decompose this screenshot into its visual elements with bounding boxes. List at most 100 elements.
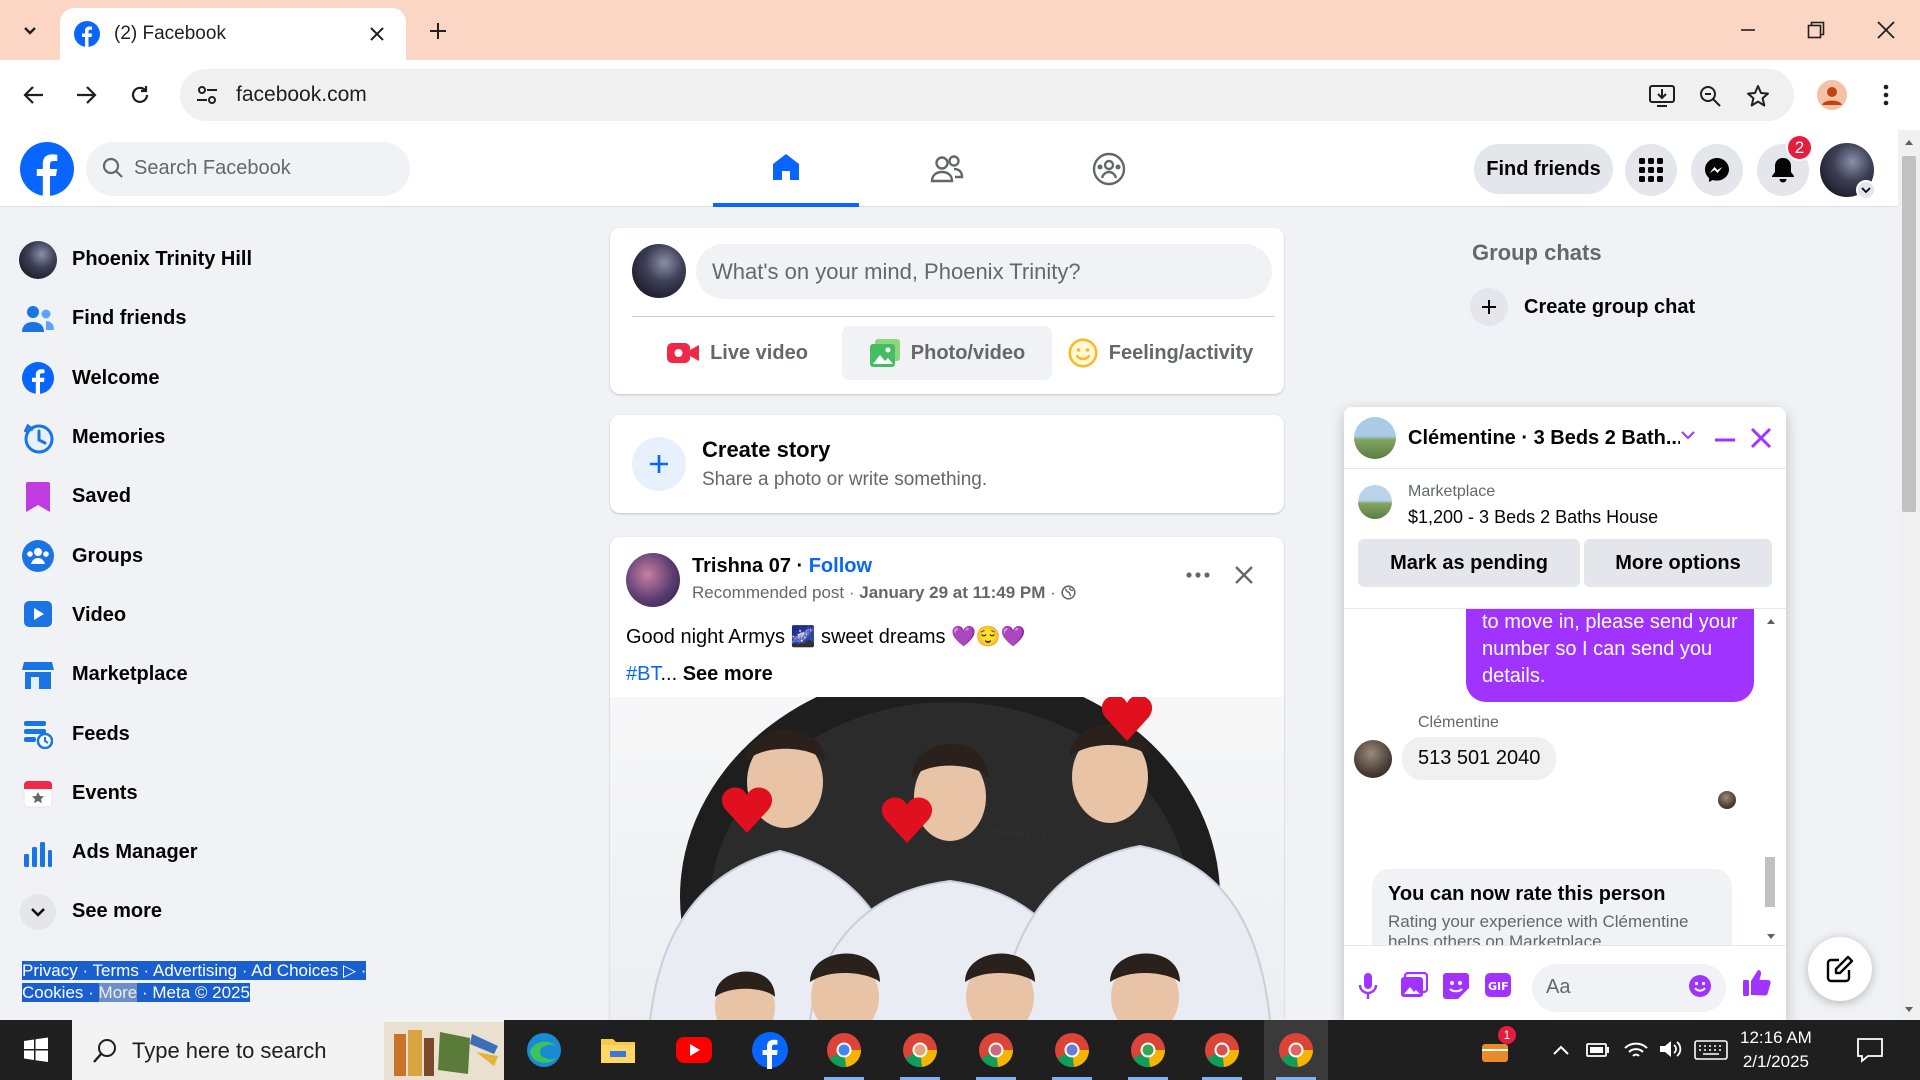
- voice-clip-button[interactable]: [1358, 972, 1378, 1000]
- network-status[interactable]: [1624, 1038, 1648, 1060]
- taskbar-app-chrome-5[interactable]: [1116, 1020, 1180, 1080]
- page-scroll-thumb[interactable]: [1902, 156, 1916, 512]
- tab-search-button[interactable]: [10, 10, 50, 50]
- close-chat-button[interactable]: [1750, 427, 1776, 453]
- gif-button[interactable]: GIF: [1484, 972, 1512, 998]
- composer-input[interactable]: What's on your mind, Phoenix Trinity?: [696, 244, 1272, 299]
- taskbar-search[interactable]: Type here to search: [72, 1020, 504, 1080]
- post-author-avatar[interactable]: [626, 553, 680, 607]
- volume-control[interactable]: [1658, 1038, 1682, 1060]
- post-date[interactable]: January 29 at 11:49 PM: [859, 583, 1045, 602]
- battery-status[interactable]: [1586, 1041, 1610, 1059]
- sidebar-item-video[interactable]: Video: [18, 586, 578, 645]
- nav-friends[interactable]: [874, 130, 1020, 207]
- more-link[interactable]: More: [98, 983, 138, 1002]
- chat-header[interactable]: Clémentine · 3 Beds 2 Bath...: [1344, 407, 1786, 469]
- chat-scrollbar[interactable]: [1762, 617, 1778, 939]
- chat-scroll-thumb[interactable]: [1765, 857, 1775, 907]
- messenger-button[interactable]: [1691, 144, 1743, 196]
- sidebar-item-ads-manager[interactable]: Ads Manager: [18, 823, 578, 882]
- sidebar-item-saved[interactable]: Saved: [18, 467, 578, 526]
- post-options-button[interactable]: [1178, 555, 1218, 595]
- emoji-button[interactable]: [1688, 974, 1712, 998]
- taskbar-clock[interactable]: 12:16 AM 2/1/2025: [1740, 1026, 1812, 1074]
- sidebar-item-groups[interactable]: Groups: [18, 526, 578, 585]
- facebook-logo[interactable]: [20, 142, 74, 196]
- restore-button[interactable]: [1782, 0, 1850, 60]
- forward-button[interactable]: [66, 75, 106, 115]
- nav-groups[interactable]: [1036, 130, 1182, 207]
- more-options-button[interactable]: More options: [1584, 539, 1772, 587]
- close-tab-button[interactable]: [362, 19, 392, 49]
- sidebar-item-memories[interactable]: Memories: [18, 408, 578, 467]
- sidebar-item-welcome[interactable]: Welcome: [18, 349, 578, 408]
- mark-as-pending-button[interactable]: Mark as pending: [1358, 539, 1580, 587]
- taskbar-app-chrome-7[interactable]: [1264, 1020, 1328, 1080]
- taskbar-app-file-explorer[interactable]: [586, 1020, 650, 1080]
- sidebar-item-marketplace[interactable]: Marketplace: [18, 645, 578, 704]
- minimize-chat-button[interactable]: [1714, 427, 1740, 453]
- taskbar-app-facebook[interactable]: [738, 1020, 802, 1080]
- sender-avatar[interactable]: [1354, 740, 1392, 778]
- privacy-link[interactable]: Privacy: [22, 961, 78, 980]
- taskbar-app-chrome-4[interactable]: [1040, 1020, 1104, 1080]
- sidebar-item-find-friends[interactable]: Find friends: [18, 289, 578, 348]
- account-chevron[interactable]: [1856, 180, 1876, 200]
- sidebar-item-feeds[interactable]: Feeds: [18, 704, 578, 763]
- bookmark-button[interactable]: [1744, 82, 1772, 110]
- sidebar-item-events[interactable]: Events: [18, 764, 578, 823]
- taskbar-app-chrome-3[interactable]: [964, 1020, 1028, 1080]
- nav-home[interactable]: [713, 130, 859, 207]
- menu-button[interactable]: [1625, 144, 1677, 196]
- taskbar-app-chrome-6[interactable]: [1190, 1020, 1254, 1080]
- create-story-card[interactable]: Create story Share a photo or write some…: [610, 415, 1284, 513]
- page-scrollbar[interactable]: [1898, 130, 1920, 1020]
- find-friends-button[interactable]: Find friends: [1474, 144, 1613, 194]
- chat-options-button[interactable]: [1680, 429, 1696, 441]
- post-author-name[interactable]: Trishna 07: [692, 555, 791, 577]
- minimize-button[interactable]: [1714, 0, 1782, 60]
- sidebar-item-see-more[interactable]: See more: [18, 882, 578, 941]
- taskbar-app-youtube[interactable]: [662, 1020, 726, 1080]
- reload-button[interactable]: [120, 75, 160, 115]
- advertising-link[interactable]: Advertising: [153, 961, 237, 980]
- show-hidden-icons-button[interactable]: [1552, 1044, 1570, 1056]
- install-app-button[interactable]: [1648, 82, 1676, 110]
- live-video-button[interactable]: Live video: [632, 326, 842, 380]
- feeling-activity-button[interactable]: Feeling/activity: [1052, 326, 1268, 380]
- ad-choices-link[interactable]: Ad Choices: [251, 961, 338, 980]
- taskbar-app-chrome-2[interactable]: [888, 1020, 952, 1080]
- sidebar-item-profile[interactable]: Phoenix Trinity Hill: [18, 230, 578, 289]
- cookies-link[interactable]: Cookies: [22, 983, 83, 1002]
- hashtag-link[interactable]: #BT: [626, 663, 660, 685]
- marketplace-icon: [22, 661, 54, 689]
- start-button[interactable]: [0, 1020, 72, 1080]
- address-bar[interactable]: facebook.com: [180, 69, 1794, 121]
- sticker-button[interactable]: [1442, 972, 1470, 1000]
- terms-link[interactable]: Terms: [93, 961, 139, 980]
- action-center-button[interactable]: [1856, 1036, 1884, 1064]
- close-window-button[interactable]: [1852, 0, 1920, 60]
- listing-title[interactable]: $1,200 - 3 Beds 2 Baths House: [1408, 507, 1658, 528]
- taskbar-app-edge[interactable]: [512, 1020, 576, 1080]
- profile-button[interactable]: [1812, 75, 1852, 115]
- rate-person-card[interactable]: You can now rate this person Rating your…: [1372, 869, 1732, 945]
- back-button[interactable]: [14, 75, 54, 115]
- hide-post-button[interactable]: [1224, 555, 1264, 595]
- create-group-chat-button[interactable]: Create group chat: [1470, 288, 1695, 326]
- attach-photo-button[interactable]: [1400, 972, 1428, 998]
- zoom-button[interactable]: [1696, 82, 1724, 110]
- chat-title[interactable]: Clémentine · 3 Beds 2 Bath...: [1408, 427, 1680, 450]
- photo-video-button[interactable]: Photo/video: [842, 326, 1052, 380]
- follow-button[interactable]: Follow: [809, 555, 872, 577]
- see-more-link[interactable]: See more: [683, 663, 773, 685]
- post-image[interactable]: Trishna 07: [610, 697, 1284, 1020]
- new-message-button[interactable]: [1808, 937, 1872, 1001]
- facebook-search-input[interactable]: Search Facebook: [86, 142, 410, 196]
- like-button[interactable]: [1742, 968, 1772, 998]
- new-tab-button[interactable]: [418, 13, 458, 49]
- input-indicator[interactable]: [1694, 1040, 1728, 1060]
- browser-menu-button[interactable]: [1866, 75, 1906, 115]
- taskbar-app-chrome-1[interactable]: [812, 1020, 876, 1080]
- browser-tab[interactable]: (2) Facebook: [60, 8, 406, 60]
